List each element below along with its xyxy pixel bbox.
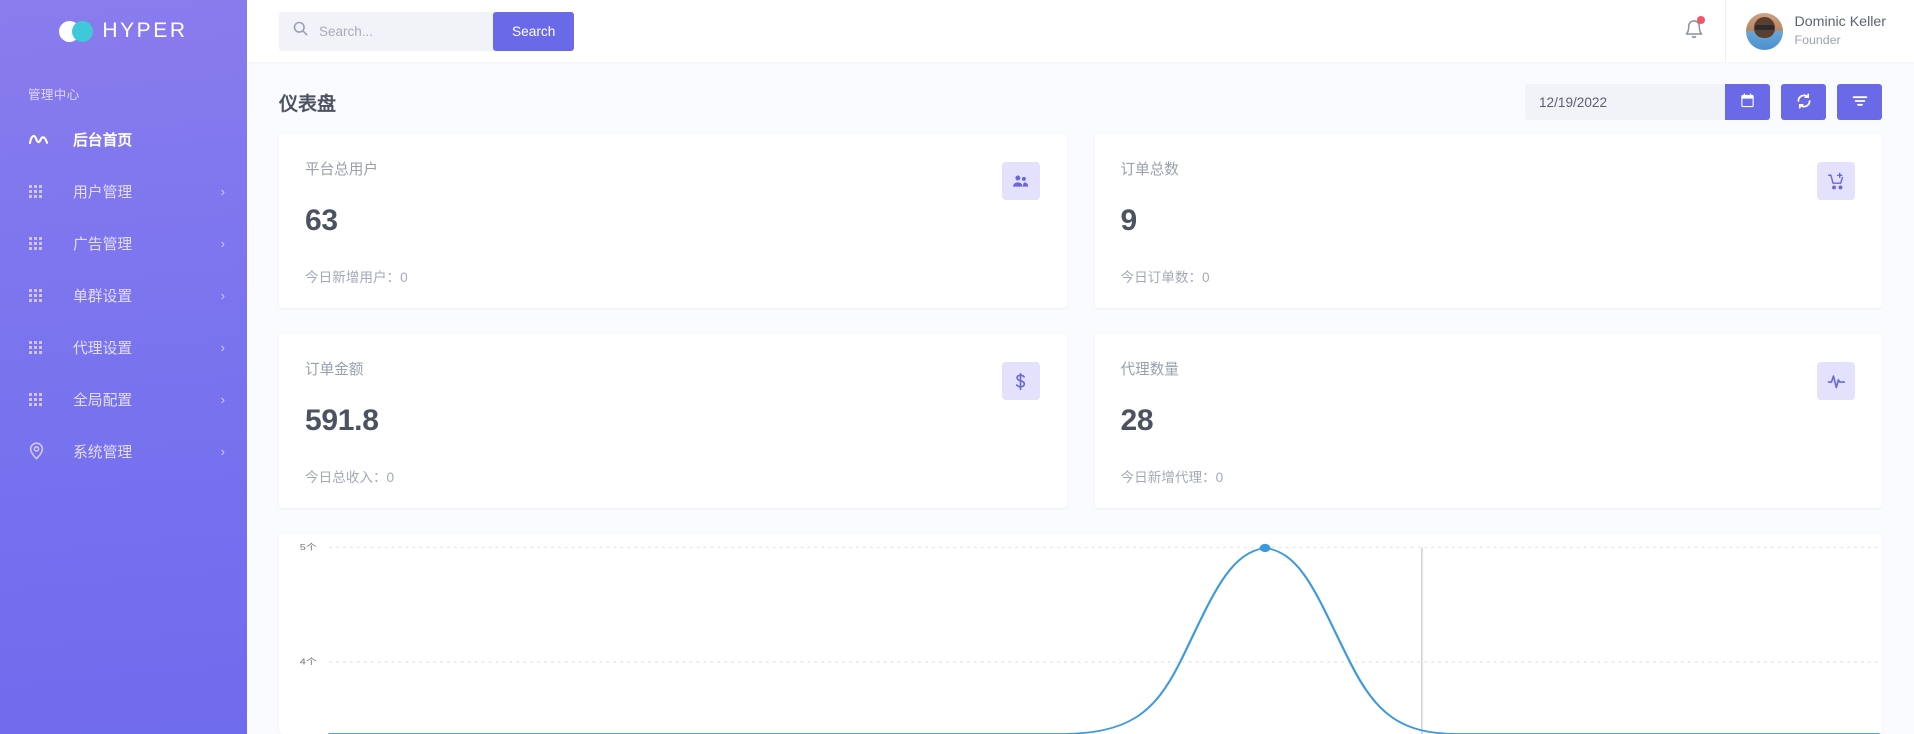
refresh-button[interactable] bbox=[1781, 84, 1826, 120]
sidebar-item-label: 系统管理 bbox=[73, 441, 221, 462]
grid-icon bbox=[29, 237, 52, 250]
sidebar-item-user-management[interactable]: 用户管理 › bbox=[0, 165, 247, 217]
date-input[interactable] bbox=[1525, 84, 1725, 120]
map-pin-icon bbox=[29, 442, 52, 460]
main-area: Search Dominic Keller Founder bbox=[247, 0, 1914, 734]
page-toolbar bbox=[1525, 84, 1882, 120]
sidebar-item-global-config[interactable]: 全局配置 › bbox=[0, 373, 247, 425]
grid-icon bbox=[29, 341, 52, 354]
refresh-icon bbox=[1796, 93, 1812, 112]
card-value: 9 bbox=[1121, 204, 1857, 238]
card-value: 591.8 bbox=[305, 404, 1041, 438]
stat-card-agent-count: 代理数量 28 今日新增代理：0 bbox=[1095, 334, 1883, 508]
stat-cards: 平台总用户 63 今日新增用户：0 订单总数 9 今日订单数：0 订单金额 59… bbox=[247, 120, 1914, 508]
user-role: Founder bbox=[1795, 32, 1886, 49]
card-title: 订单总数 bbox=[1121, 158, 1857, 179]
chevron-right-icon: › bbox=[221, 341, 225, 354]
card-subtext: 今日新增代理：0 bbox=[1121, 466, 1857, 486]
sidebar-item-ad-management[interactable]: 广告管理 › bbox=[0, 217, 247, 269]
search-icon bbox=[293, 21, 308, 41]
brand-name: HYPER bbox=[102, 19, 187, 43]
chevron-right-icon: › bbox=[221, 393, 225, 406]
user-info: Dominic Keller Founder bbox=[1795, 13, 1886, 49]
sidebar-item-agent-settings[interactable]: 代理设置 › bbox=[0, 321, 247, 373]
y-tick-label-4: 4个 bbox=[300, 657, 317, 667]
sidebar-item-label: 单群设置 bbox=[73, 285, 221, 306]
stat-card-total-users: 平台总用户 63 今日新增用户：0 bbox=[279, 134, 1067, 308]
user-menu[interactable]: Dominic Keller Founder bbox=[1725, 0, 1914, 62]
card-subtext: 今日订单数：0 bbox=[1121, 266, 1857, 286]
search-bar: Search bbox=[279, 12, 574, 51]
hyper-logo-icon bbox=[59, 21, 93, 42]
grid-icon bbox=[29, 185, 52, 198]
calendar-icon bbox=[1740, 93, 1755, 111]
calendar-button[interactable] bbox=[1725, 84, 1770, 120]
activity-icon bbox=[1817, 362, 1855, 400]
sidebar-item-label: 代理设置 bbox=[73, 337, 221, 358]
page-header: 仪表盘 bbox=[247, 62, 1914, 120]
avatar bbox=[1746, 13, 1783, 50]
top-bar-right: Dominic Keller Founder bbox=[1663, 0, 1914, 62]
top-bar: Search Dominic Keller Founder bbox=[247, 0, 1914, 62]
chart-axis-labels: 5个 4个 bbox=[279, 534, 1882, 734]
brand-logo[interactable]: HYPER bbox=[0, 0, 247, 62]
card-title: 代理数量 bbox=[1121, 358, 1857, 379]
sidebar-item-label: 全局配置 bbox=[73, 389, 221, 410]
chevron-right-icon: › bbox=[221, 289, 225, 302]
filter-icon bbox=[1852, 94, 1868, 111]
stat-card-order-amount: 订单金额 591.8 今日总收入：0 bbox=[279, 334, 1067, 508]
notification-badge bbox=[1697, 16, 1705, 24]
card-subtext: 今日总收入：0 bbox=[305, 466, 1041, 486]
card-value: 63 bbox=[305, 204, 1041, 238]
date-picker-group bbox=[1525, 84, 1770, 120]
search-input[interactable] bbox=[319, 24, 496, 39]
dollar-icon bbox=[1002, 362, 1040, 400]
grid-icon bbox=[29, 393, 52, 406]
sidebar-item-group-settings[interactable]: 单群设置 › bbox=[0, 269, 247, 321]
sidebar: HYPER 管理中心 后台首页 用户管理 › 广告管理 › bbox=[0, 0, 247, 734]
sidebar-item-label: 后台首页 bbox=[73, 129, 225, 150]
notifications-button[interactable] bbox=[1663, 0, 1725, 62]
card-title: 平台总用户 bbox=[305, 158, 1041, 179]
cart-plus-icon bbox=[1817, 162, 1855, 200]
sidebar-item-label: 广告管理 bbox=[73, 233, 221, 254]
app-root: HYPER 管理中心 后台首页 用户管理 › 广告管理 › bbox=[0, 0, 1914, 734]
card-value: 28 bbox=[1121, 404, 1857, 438]
page-title: 仪表盘 bbox=[279, 89, 336, 116]
chevron-right-icon: › bbox=[221, 185, 225, 198]
sidebar-item-system-management[interactable]: 系统管理 › bbox=[0, 425, 247, 477]
chevron-right-icon: › bbox=[221, 445, 225, 458]
stat-card-total-orders: 订单总数 9 今日订单数：0 bbox=[1095, 134, 1883, 308]
search-input-wrapper[interactable] bbox=[279, 12, 494, 51]
sidebar-item-label: 用户管理 bbox=[73, 181, 221, 202]
chevron-right-icon: › bbox=[221, 237, 225, 250]
sidebar-section-label: 管理中心 bbox=[0, 62, 247, 113]
y-tick-label-5: 5个 bbox=[300, 542, 317, 552]
chart-line-icon bbox=[29, 132, 52, 146]
filter-button[interactable] bbox=[1837, 84, 1882, 120]
card-title: 订单金额 bbox=[305, 358, 1041, 379]
user-name: Dominic Keller bbox=[1795, 13, 1886, 32]
card-subtext: 今日新增用户：0 bbox=[305, 266, 1041, 286]
grid-icon bbox=[29, 289, 52, 302]
sidebar-item-dashboard[interactable]: 后台首页 bbox=[0, 113, 247, 165]
users-icon bbox=[1002, 162, 1040, 200]
search-button[interactable]: Search bbox=[493, 12, 574, 51]
dashboard-chart: 5个 4个 bbox=[279, 534, 1882, 734]
